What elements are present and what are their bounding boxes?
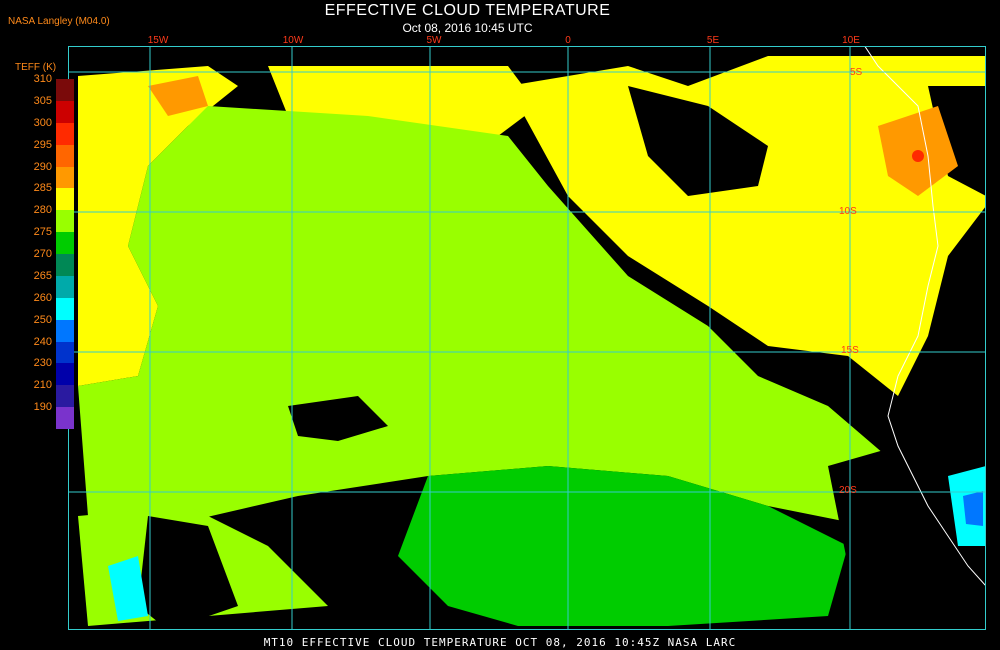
legend-tick-label: 210: [33, 379, 52, 392]
legend-swatch: [56, 407, 74, 430]
lon-label-10w: 10W: [282, 35, 304, 46]
footer-caption: MT10 EFFECTIVE CLOUD TEMPERATURE OCT 08,…: [263, 636, 737, 649]
legend-swatch: [56, 232, 74, 255]
lon-label-5w: 5W: [426, 35, 442, 46]
legend-tick-label: 290: [33, 160, 52, 173]
legend-swatch: [56, 166, 74, 189]
legend-tick-label: 190: [33, 401, 52, 414]
legend-tick-label: 310: [33, 73, 52, 85]
legend-swatch: [56, 188, 74, 211]
legend-tick-label: 280: [33, 204, 52, 217]
legend-swatch: [56, 79, 74, 101]
map-title: EFFECTIVE CLOUD TEMPERATURE: [324, 2, 611, 19]
lat-label-10s: 10S: [839, 206, 857, 217]
legend-tick-label: 295: [33, 138, 52, 151]
legend-swatch: [56, 341, 74, 364]
legend-swatch: [56, 144, 74, 167]
lon-label-10e: 10E: [842, 35, 860, 46]
legend-swatch: [56, 100, 74, 123]
cloud-temperature-map: [68, 46, 986, 630]
legend-swatch: [56, 297, 74, 320]
legend-swatch: [56, 319, 74, 342]
legend-tick-label: 275: [33, 226, 52, 239]
legend-tick-label: 265: [33, 269, 52, 282]
legend-tick-label: 270: [33, 248, 52, 260]
legend-tick-label: 305: [33, 94, 52, 107]
legend-tick-label: 240: [33, 335, 52, 348]
legend-title: TEFF (K): [15, 62, 57, 73]
cold-region-blue-east: [963, 491, 983, 526]
lat-label-5s: 5S: [850, 67, 863, 78]
warm-spot-red: [912, 150, 924, 162]
legend-tick-label: 285: [33, 182, 52, 195]
legend-swatch: [56, 210, 74, 233]
legend-swatch: [56, 385, 74, 408]
legend-swatch: [56, 363, 74, 386]
lat-label-20s: 20S: [839, 485, 857, 496]
lat-label-15s: 15S: [841, 345, 859, 356]
legend-tick-label: 230: [33, 357, 52, 370]
lon-label-5e: 5E: [706, 35, 720, 46]
legend-swatch: [56, 254, 74, 276]
color-legend: [56, 79, 74, 430]
legend-tick-label: 260: [33, 291, 52, 304]
lon-label-15w: 15W: [147, 35, 169, 46]
map-timestamp: Oct 08, 2016 10:45 UTC: [402, 21, 533, 35]
legend-tick-label: 300: [33, 116, 52, 129]
legend-swatch: [56, 122, 74, 145]
legend-swatch: [56, 275, 74, 298]
lon-label-0: 0: [565, 35, 571, 46]
legend-tick-label: 250: [33, 313, 52, 326]
